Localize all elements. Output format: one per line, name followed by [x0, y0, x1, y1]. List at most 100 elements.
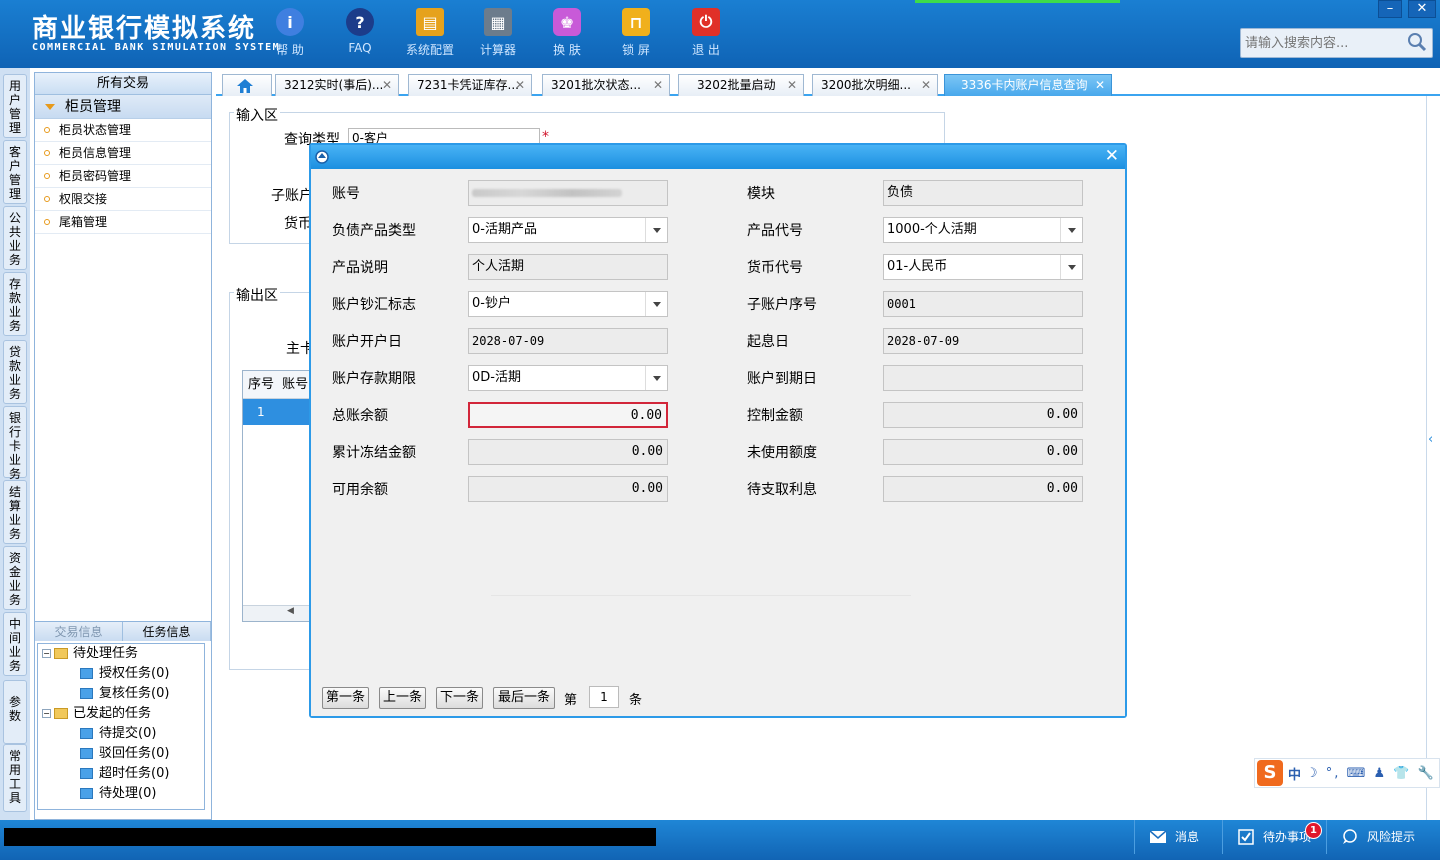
ime-tool-icons[interactable]: ☽ °, ⌨ ♟ 👕 🔧	[1306, 766, 1436, 781]
currency-code-select[interactable]: 01-人民币	[883, 254, 1083, 280]
prev-record-button[interactable]: 上一条	[379, 687, 426, 709]
search-box	[1240, 28, 1433, 58]
skin-button[interactable]: ♚ 换 肤	[537, 8, 597, 58]
collapse-icon[interactable]: −	[42, 709, 51, 718]
tab-task-info[interactable]: 任务信息	[123, 622, 211, 641]
maturity-date-label: 账户到期日	[747, 371, 817, 387]
close-icon[interactable]: ✕	[921, 75, 931, 95]
tree-node-auth[interactable]: 授权任务(0)	[80, 664, 169, 684]
account-no-field[interactable]	[468, 180, 668, 206]
scroll-left-icon[interactable]: ◀	[287, 606, 294, 616]
product-code-select[interactable]: 1000-个人活期	[883, 217, 1083, 243]
maturity-date-field[interactable]	[883, 365, 1083, 391]
tree-node-initiated[interactable]: − 已发起的任务	[42, 704, 151, 724]
risk-alert-button[interactable]: 风险提示	[1326, 820, 1440, 854]
close-icon[interactable]: ✕	[1095, 75, 1105, 95]
close-icon[interactable]: ✕	[787, 75, 797, 95]
liability-product-type-select[interactable]: 0-活期产品	[468, 217, 668, 243]
vtab-parameters[interactable]: 参数	[3, 680, 27, 744]
tree-node-review[interactable]: 复核任务(0)	[80, 684, 169, 704]
vtab-fund-business[interactable]: 资金业务	[3, 546, 27, 610]
question-icon: ?	[346, 8, 374, 36]
menu-teller-info[interactable]: 柜员信息管理	[35, 142, 211, 165]
page-number-input[interactable]: 1	[589, 686, 619, 708]
vtab-deposit-business[interactable]: 存款业务	[3, 272, 27, 336]
system-config-button[interactable]: ▤ 系统配置	[400, 8, 460, 58]
vtab-customer-management[interactable]: 客户管理	[3, 140, 27, 204]
tab-3212[interactable]: 3212实时(事后)... ✕	[275, 74, 399, 96]
calculator-button[interactable]: ▦ 计算器	[468, 8, 528, 58]
unused-limit-field[interactable]: 0.00	[883, 439, 1083, 465]
sub-account-seq-field[interactable]: 0001	[883, 291, 1083, 317]
vtab-bank-card-business[interactable]: 银行卡业务	[3, 406, 27, 481]
help-button[interactable]: i 帮 助	[260, 8, 320, 58]
collapse-right-icon[interactable]: ‹	[1428, 432, 1433, 447]
message-button[interactable]: 消息	[1134, 820, 1222, 854]
close-icon[interactable]: ✕	[515, 75, 525, 95]
tree-node-rejected[interactable]: 驳回任务(0)	[80, 744, 169, 764]
tree-label: 驳回任务(0)	[99, 746, 170, 761]
close-icon[interactable]: ✕	[382, 75, 392, 95]
menu-cash-box[interactable]: 尾箱管理	[35, 211, 211, 234]
frozen-amount-label: 累计冻结金额	[332, 445, 416, 461]
teller-management-group[interactable]: 柜员管理	[35, 95, 211, 119]
vtab-public-business[interactable]: 公共业务	[3, 206, 27, 270]
close-icon[interactable]: ✕	[653, 75, 663, 95]
window-close-button[interactable]: ✕	[1408, 0, 1436, 18]
tab-3336[interactable]: 3336卡内账户信息查询 ✕	[944, 74, 1112, 96]
last-record-button[interactable]: 最后一条	[493, 687, 555, 709]
tree-node-pending[interactable]: − 待处理任务	[42, 644, 138, 664]
search-input[interactable]	[1241, 29, 1401, 57]
tab-7231[interactable]: 7231卡凭证库存... ✕	[408, 74, 532, 96]
vtab-user-management[interactable]: 用户管理	[3, 74, 27, 138]
all-transactions-header[interactable]: 所有交易	[35, 73, 211, 95]
chevron-down-icon[interactable]	[1060, 218, 1082, 242]
deposit-term-select[interactable]: 0D-活期	[468, 365, 668, 391]
vtab-settlement-business[interactable]: 结算业务	[3, 480, 27, 544]
dialog-close-button[interactable]: ✕	[1105, 146, 1119, 166]
vtab-common-tools[interactable]: 常用工具	[3, 744, 27, 812]
chevron-down-icon[interactable]	[645, 366, 667, 390]
faq-button[interactable]: ? FAQ	[330, 8, 390, 55]
tab-3202[interactable]: 3202批量启动 ✕	[678, 74, 804, 96]
menu-permission-handover[interactable]: 权限交接	[35, 188, 211, 211]
value-date-field[interactable]: 2028-07-09	[883, 328, 1083, 354]
frozen-amount-field[interactable]: 0.00	[468, 439, 668, 465]
ledger-balance-field[interactable]: 0.00	[468, 402, 668, 428]
vtab-intermediate-business[interactable]: 中间业务	[3, 612, 27, 676]
collapse-icon[interactable]: −	[42, 649, 51, 658]
tab-transaction-info[interactable]: 交易信息	[35, 622, 123, 641]
search-icon[interactable]	[1407, 32, 1427, 52]
tab-label: 3212实时(事后)...	[284, 78, 384, 92]
product-desc-field[interactable]: 个人活期	[468, 254, 668, 280]
open-date-field[interactable]: 2028-07-09	[468, 328, 668, 354]
first-record-button[interactable]: 第一条	[322, 687, 369, 709]
task-tree: − 待处理任务 授权任务(0) 复核任务(0) − 已发起的任务 待提交(0) 驳回…	[37, 643, 205, 810]
tree-node-processing[interactable]: 待处理(0)	[80, 784, 156, 804]
tab-3200[interactable]: 3200批次明细... ✕	[812, 74, 938, 96]
ime-mode-toggle[interactable]: 中	[1288, 764, 1301, 783]
menu-teller-status[interactable]: 柜员状态管理	[35, 119, 211, 142]
pending-interest-field[interactable]: 0.00	[883, 476, 1083, 502]
vtab-loan-business[interactable]: 贷款业务	[3, 340, 27, 404]
module-label: 模块	[747, 186, 775, 202]
available-balance-field[interactable]: 0.00	[468, 476, 668, 502]
sogou-logo-icon[interactable]: S	[1257, 760, 1283, 786]
next-record-button[interactable]: 下一条	[436, 687, 483, 709]
menu-teller-password[interactable]: 柜员密码管理	[35, 165, 211, 188]
chevron-down-icon[interactable]	[645, 292, 667, 316]
home-icon[interactable]	[236, 78, 254, 94]
cash-remit-flag-select[interactable]: 0-钞户	[468, 291, 668, 317]
chevron-down-icon[interactable]	[1060, 255, 1082, 279]
tree-node-to-submit[interactable]: 待提交(0)	[80, 724, 156, 744]
exit-button[interactable]: ⏻ 退 出	[676, 8, 736, 58]
tree-node-timeout[interactable]: 超时任务(0)	[80, 764, 169, 784]
minimize-button[interactable]: –	[1378, 0, 1402, 18]
dialog-titlebar: ✕	[311, 145, 1125, 169]
tab-3201[interactable]: 3201批次状态... ✕	[542, 74, 670, 96]
lock-screen-button[interactable]: ⊓ 锁 屏	[606, 8, 666, 58]
exit-label: 退 出	[692, 43, 720, 57]
module-field[interactable]: 负债	[883, 180, 1083, 206]
chevron-down-icon[interactable]	[645, 218, 667, 242]
control-amount-field[interactable]: 0.00	[883, 402, 1083, 428]
